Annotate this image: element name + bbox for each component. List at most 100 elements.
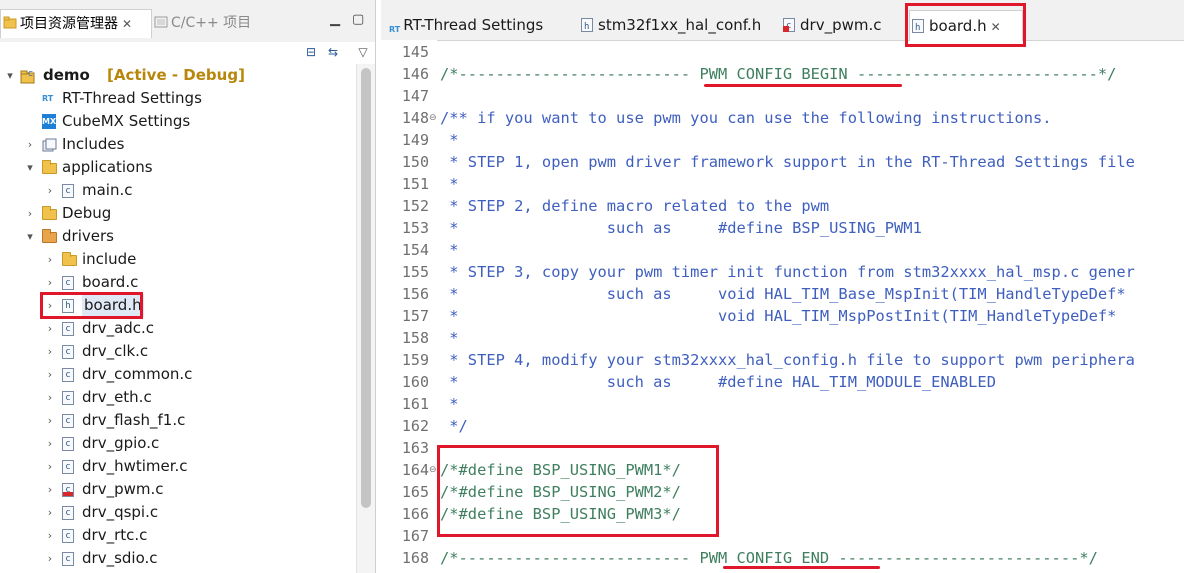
code-line[interactable]: */ bbox=[440, 415, 468, 437]
tree-item[interactable]: MX CubeMX Settings bbox=[0, 110, 356, 133]
tree-item[interactable]: › include bbox=[0, 248, 356, 271]
tree-item[interactable]: › c drv_sdio.c bbox=[0, 547, 356, 570]
code-line[interactable]: * STEP 1, open pwm driver framework supp… bbox=[440, 151, 1135, 173]
chevron-down-icon[interactable]: ▾ bbox=[24, 156, 36, 179]
chevron-right-icon[interactable]: › bbox=[44, 524, 56, 547]
tree-item-label: Debug bbox=[62, 204, 112, 222]
chevron-down-icon[interactable]: ▾ bbox=[24, 225, 36, 248]
tab-board-h-label: board.h bbox=[929, 17, 987, 35]
code-line[interactable]: /*#define BSP_USING_PWM2*/ bbox=[440, 481, 681, 503]
chevron-right-icon[interactable]: › bbox=[24, 133, 36, 156]
tree-item[interactable]: › c drv_hwtimer.c bbox=[0, 455, 356, 478]
tree-item[interactable]: RT RT-Thread Settings bbox=[0, 87, 356, 110]
tree-item[interactable]: › c drv_clk.c bbox=[0, 340, 356, 363]
fold-toggle-icon[interactable]: ⊖ bbox=[429, 459, 438, 481]
code-line[interactable]: * bbox=[440, 327, 458, 349]
tree-item[interactable]: › c drv_qspi.c bbox=[0, 501, 356, 524]
tree-item[interactable]: › c main.c bbox=[0, 179, 356, 202]
c-file-icon: c bbox=[62, 322, 74, 336]
tab-drv-pwm[interactable]: c drv_pwm.c bbox=[781, 10, 881, 40]
chevron-right-icon[interactable]: › bbox=[44, 294, 56, 317]
code-line[interactable]: * such as void HAL_TIM_Base_MspInit(TIM_… bbox=[440, 283, 1125, 305]
tree-item[interactable]: › c drv_rtc.c bbox=[0, 524, 356, 547]
chevron-right-icon[interactable]: › bbox=[44, 317, 56, 340]
tree-item-label: drv_sdio.c bbox=[82, 549, 158, 567]
collapse-all-icon[interactable]: ⊟ bbox=[303, 44, 319, 60]
close-icon[interactable]: ✕ bbox=[122, 17, 132, 31]
editor-tabbar: RT RT-Thread Settings h stm32f1xx_hal_con… bbox=[381, 0, 1184, 41]
tree-item[interactable]: › h board.h bbox=[0, 294, 356, 317]
rt-thread-icon: RT bbox=[389, 25, 401, 34]
code-line[interactable]: * bbox=[440, 393, 458, 415]
code-line[interactable]: /*#define BSP_USING_PWM3*/ bbox=[440, 503, 681, 525]
tab-cpp-projects[interactable]: C/C++ 项目 bbox=[152, 9, 302, 37]
tree-item[interactable]: ▾ applications bbox=[0, 156, 356, 179]
tree-item-project-demo[interactable]: ▾ C demo [Active - Debug] bbox=[0, 64, 356, 87]
chevron-right-icon[interactable]: › bbox=[44, 409, 56, 432]
code-line[interactable]: * STEP 4, modify your stm32xxxx_hal_conf… bbox=[440, 349, 1135, 371]
line-number: 161 bbox=[401, 395, 429, 413]
tree-item-label: RT-Thread Settings bbox=[62, 89, 202, 107]
tree-item[interactable]: › c drv_pwm.c bbox=[0, 478, 356, 501]
chevron-right-icon[interactable]: › bbox=[44, 363, 56, 386]
fold-toggle-icon[interactable]: ⊖ bbox=[429, 107, 438, 129]
code-line[interactable]: /*------------------------- PWM CONFIG B… bbox=[440, 63, 1116, 85]
code-line[interactable]: * void HAL_TIM_MspPostInit(TIM_HandleTyp… bbox=[440, 305, 1116, 327]
tree-item-label: drv_clk.c bbox=[82, 342, 149, 360]
tree-item-label: main.c bbox=[82, 181, 133, 199]
scrollbar-thumb[interactable] bbox=[361, 68, 371, 508]
c-file-icon: c bbox=[62, 460, 74, 474]
minimize-icon[interactable]: ▁ bbox=[330, 12, 340, 27]
chevron-right-icon[interactable]: › bbox=[44, 271, 56, 294]
tree-item[interactable]: ▾ drivers bbox=[0, 225, 356, 248]
tree-item[interactable]: › c drv_common.c bbox=[0, 363, 356, 386]
chevron-right-icon[interactable]: › bbox=[24, 202, 36, 225]
tree-item[interactable]: › Debug bbox=[0, 202, 356, 225]
tab-stm32f1xx-hal-conf[interactable]: h stm32f1xx_hal_conf.h bbox=[579, 10, 761, 40]
chevron-right-icon[interactable]: › bbox=[44, 340, 56, 363]
tree-item[interactable]: › c drv_eth.c bbox=[0, 386, 356, 409]
tree-item[interactable]: › c drv_adc.c bbox=[0, 317, 356, 340]
tree-item[interactable]: › c drv_gpio.c bbox=[0, 432, 356, 455]
code-line[interactable]: /*#define BSP_USING_PWM1*/ bbox=[440, 459, 681, 481]
tree-item[interactable]: › c drv_flash_f1.c bbox=[0, 409, 356, 432]
link-with-editor-icon[interactable]: ⇆ bbox=[325, 44, 341, 60]
project-tree-scrollbar[interactable] bbox=[356, 64, 375, 573]
tab-board-h[interactable]: h board.h ✕ bbox=[909, 10, 1023, 41]
chevron-down-icon[interactable]: ▾ bbox=[4, 64, 16, 87]
maximize-icon[interactable]: ▢ bbox=[352, 12, 364, 27]
view-menu-chevron-down-icon[interactable]: ▽ bbox=[355, 44, 371, 60]
tree-item[interactable]: › c board.c bbox=[0, 271, 356, 294]
code-line[interactable]: /*------------------------- PWM CONFIG E… bbox=[440, 547, 1098, 569]
close-icon[interactable]: ✕ bbox=[991, 20, 1001, 34]
code-line[interactable]: * bbox=[440, 239, 458, 261]
chevron-right-icon[interactable]: › bbox=[44, 547, 56, 570]
tab-project-explorer-label: 项目资源管理器 bbox=[20, 16, 118, 32]
code-line[interactable]: * bbox=[440, 129, 458, 151]
chevron-right-icon[interactable]: › bbox=[44, 455, 56, 478]
tab-rt-thread-settings[interactable]: RT RT-Thread Settings bbox=[387, 10, 543, 40]
chevron-right-icon[interactable]: › bbox=[44, 501, 56, 524]
chevron-right-icon[interactable]: › bbox=[44, 248, 56, 271]
code-line[interactable]: * bbox=[440, 173, 458, 195]
cubemx-icon: MX bbox=[42, 114, 56, 129]
tree-item-label: drv_common.c bbox=[82, 365, 193, 383]
code-area[interactable]: /*------------------------- PWM CONFIG B… bbox=[440, 40, 1184, 573]
svg-text:h: h bbox=[915, 23, 920, 33]
code-line[interactable]: * such as #define BSP_USING_PWM1 bbox=[440, 217, 922, 239]
tree-item-label: CubeMX Settings bbox=[62, 112, 191, 130]
line-number: 153 bbox=[401, 219, 429, 237]
chevron-right-icon[interactable]: › bbox=[44, 478, 56, 501]
code-line[interactable]: * STEP 2, define macro related to the pw… bbox=[440, 195, 829, 217]
tree-item-label: include bbox=[82, 250, 137, 268]
chevron-right-icon[interactable]: › bbox=[44, 179, 56, 202]
code-line[interactable]: * STEP 3, copy your pwm timer init funct… bbox=[440, 261, 1135, 283]
project-explorer-icon bbox=[3, 12, 17, 29]
tree-item-label: board.h bbox=[82, 294, 144, 317]
tree-item[interactable]: › Includes bbox=[0, 133, 356, 156]
chevron-right-icon[interactable]: › bbox=[44, 386, 56, 409]
code-line[interactable]: * such as #define HAL_TIM_MODULE_ENABLED bbox=[440, 371, 996, 393]
tab-project-explorer[interactable]: 项目资源管理器 ✕ bbox=[0, 9, 152, 38]
code-line[interactable]: /** if you want to use pwm you can use t… bbox=[440, 107, 1052, 129]
chevron-right-icon[interactable]: › bbox=[44, 432, 56, 455]
